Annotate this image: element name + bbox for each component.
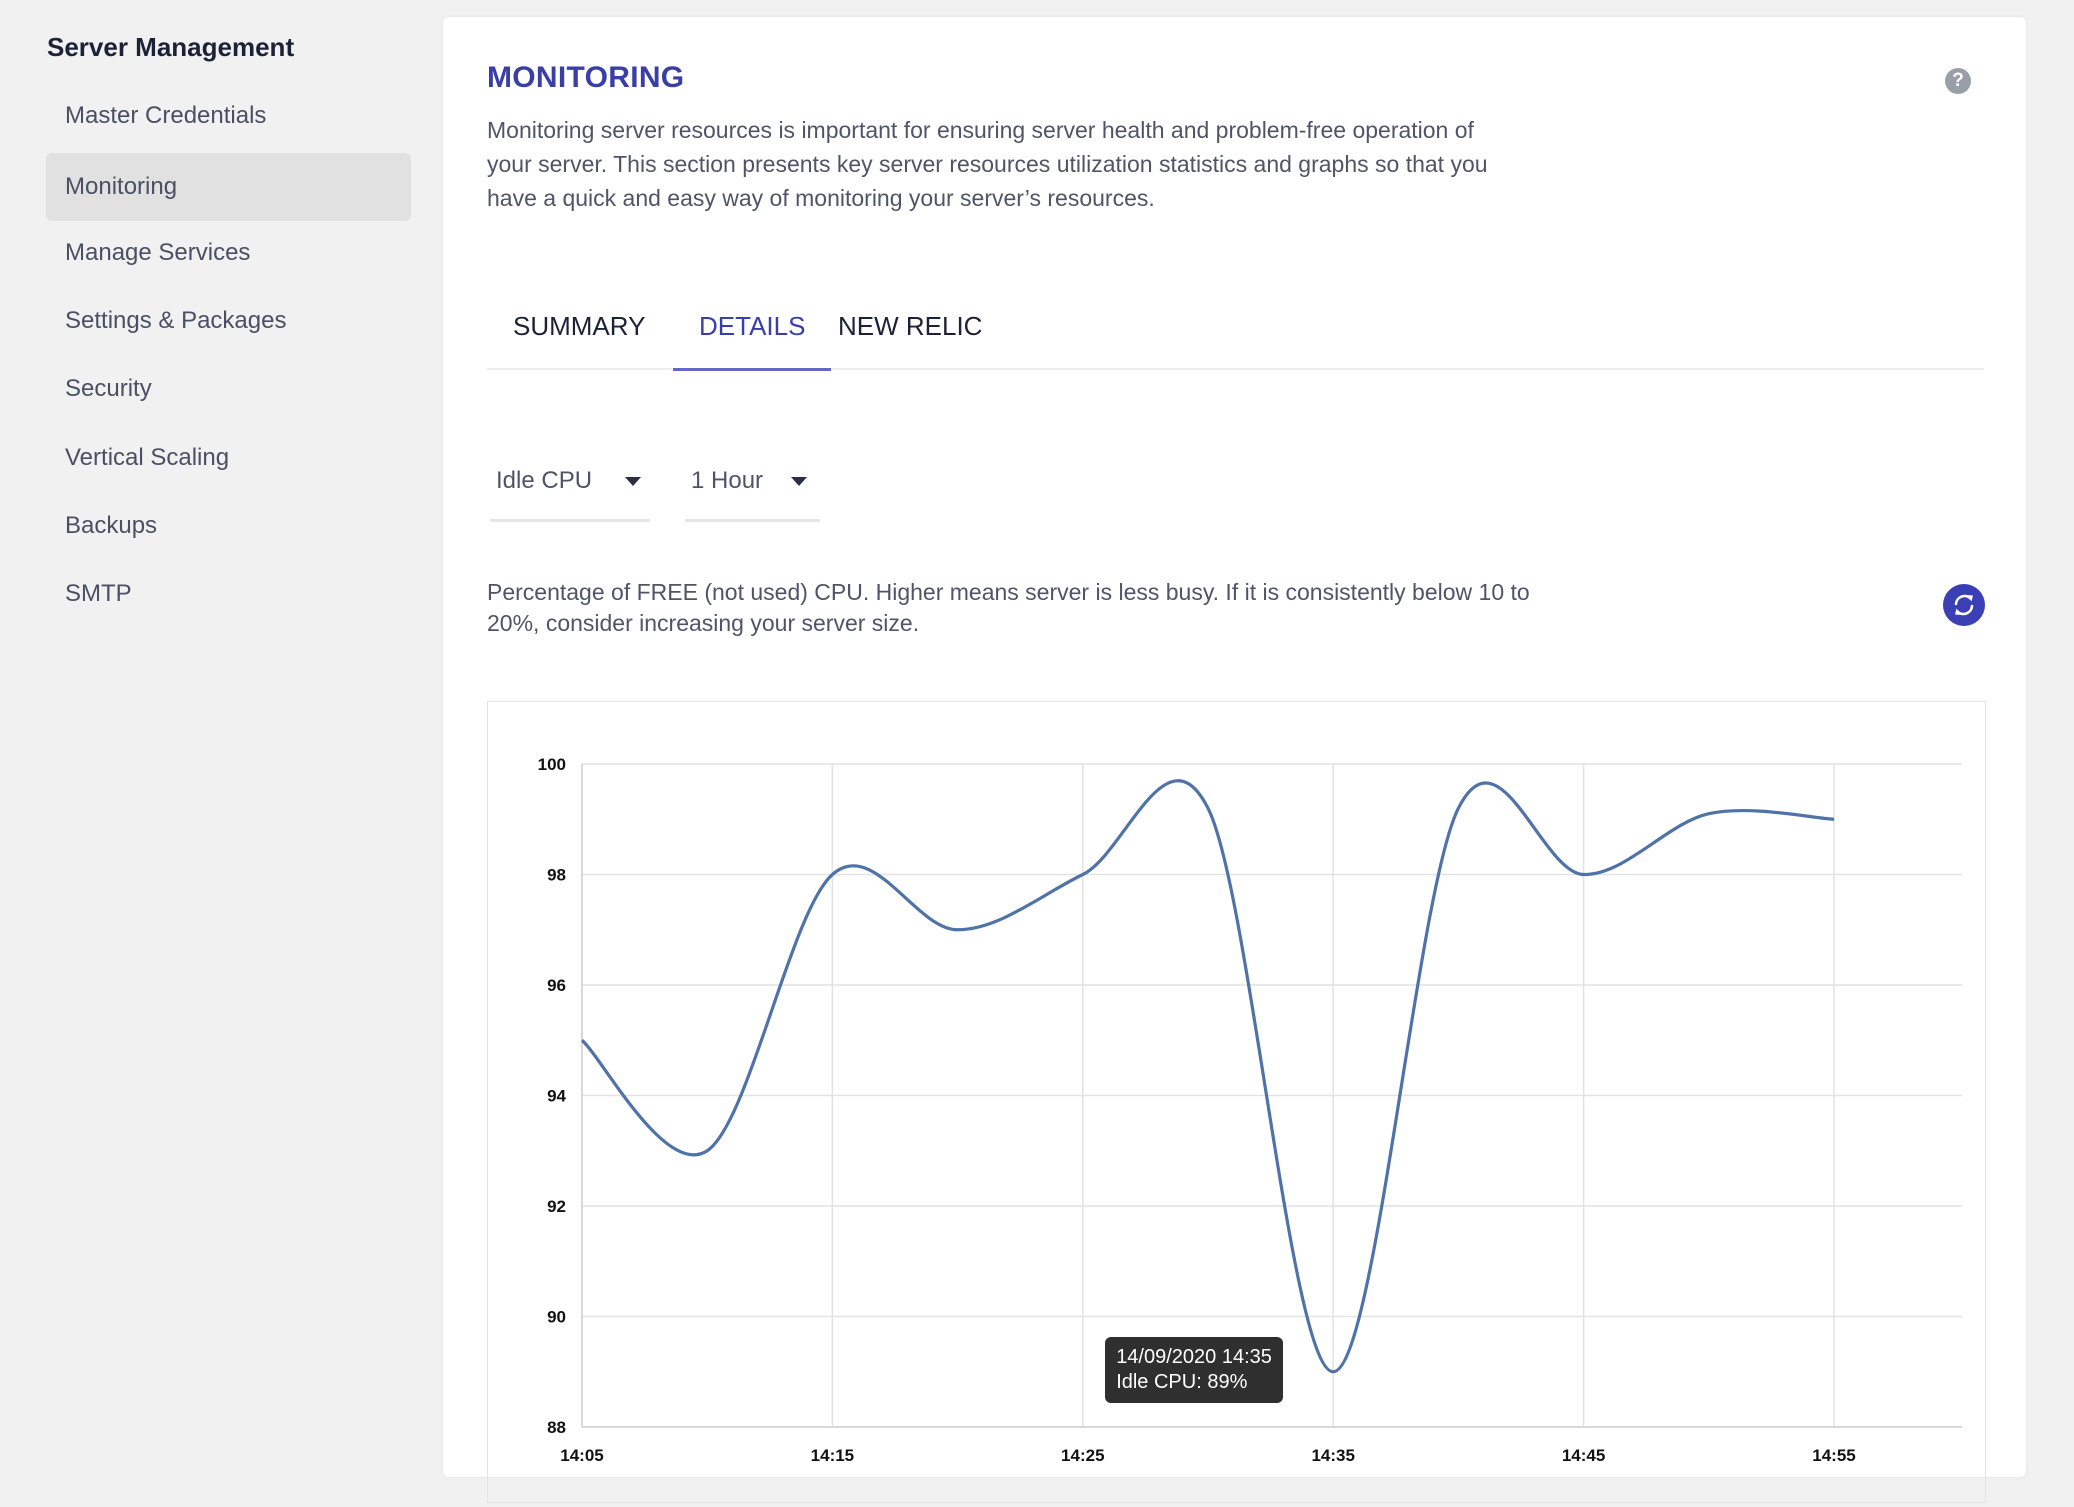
sidebar-item-security[interactable]: Security: [46, 355, 411, 423]
intro-line: Monitoring server resources is important…: [487, 113, 1607, 147]
refresh-button[interactable]: [1943, 584, 1985, 626]
sidebar-item-manage-services[interactable]: Manage Services: [46, 219, 411, 287]
tooltip-timestamp: 14/09/2020 14:35: [1116, 1345, 1272, 1370]
tab-summary[interactable]: SUMMARY: [487, 308, 671, 368]
sidebar-item-label: Settings & Packages: [65, 307, 286, 335]
monitoring-panel: MONITORING ? Monitoring server resources…: [443, 17, 2026, 1477]
sidebar-item-label: SMTP: [65, 580, 132, 608]
x-tick-label: 14:15: [811, 1446, 854, 1465]
description-line: 20%, consider increasing your server siz…: [487, 608, 1607, 639]
sidebar-item-master-credentials[interactable]: Master Credentials: [46, 82, 411, 150]
sidebar-item-label: Backups: [65, 512, 157, 540]
intro-line: have a quick and easy way of monitoring …: [487, 181, 1607, 215]
range-select[interactable]: 1 Hour: [685, 447, 820, 522]
x-tick-label: 14:35: [1311, 1446, 1354, 1465]
x-tick-label: 14:05: [560, 1446, 603, 1465]
y-tick-label: 90: [547, 1308, 566, 1327]
tab-details[interactable]: DETAILS: [673, 308, 831, 371]
page-title: MONITORING: [487, 61, 684, 95]
sidebar-item-label: Security: [65, 375, 152, 403]
sidebar-item-backups[interactable]: Backups: [46, 492, 411, 560]
tooltip-value: Idle CPU: 89%: [1116, 1370, 1272, 1395]
chart-tooltip: 14/09/2020 14:35 Idle CPU: 89%: [1105, 1337, 1283, 1403]
sidebar-item-vertical-scaling[interactable]: Vertical Scaling: [46, 424, 411, 492]
sidebar-item-monitoring[interactable]: Monitoring: [46, 153, 411, 221]
y-tick-label: 92: [547, 1197, 566, 1216]
range-select-value: 1 Hour: [691, 467, 763, 495]
metric-select[interactable]: Idle CPU: [490, 447, 650, 522]
chevron-down-icon: [791, 477, 807, 486]
tab-new-relic[interactable]: NEW RELIC: [812, 308, 1008, 368]
sidebar-item-label: Master Credentials: [65, 102, 266, 130]
series-line-idle-cpu: [582, 781, 1834, 1372]
intro-line: your server. This section presents key s…: [487, 147, 1607, 181]
metric-select-value: Idle CPU: [496, 467, 592, 495]
y-tick-label: 88: [547, 1418, 566, 1437]
sidebar-title: Server Management: [47, 32, 294, 63]
help-icon[interactable]: ?: [1945, 68, 1971, 94]
chevron-down-icon: [625, 477, 641, 486]
intro-text: Monitoring server resources is important…: [487, 113, 1607, 215]
x-tick-label: 14:55: [1812, 1446, 1855, 1465]
sidebar-item-label: Manage Services: [65, 239, 250, 267]
y-tick-label: 94: [547, 1087, 566, 1106]
y-tick-label: 96: [547, 976, 566, 995]
sidebar-item-settings-packages[interactable]: Settings & Packages: [46, 287, 411, 355]
tab-bar: SUMMARY DETAILS NEW RELIC: [487, 300, 1984, 370]
y-tick-label: 100: [538, 755, 566, 774]
x-tick-label: 14:45: [1562, 1446, 1605, 1465]
description-line: Percentage of FREE (not used) CPU. Highe…: [487, 577, 1607, 608]
y-tick-label: 98: [547, 866, 566, 885]
sidebar: Server Management Master Credentials Mon…: [0, 0, 430, 1458]
sidebar-item-label: Vertical Scaling: [65, 444, 229, 472]
sidebar-item-label: Monitoring: [65, 173, 177, 201]
metric-description: Percentage of FREE (not used) CPU. Highe…: [487, 577, 1607, 639]
x-tick-label: 14:25: [1061, 1446, 1104, 1465]
chart-container: 88 90 92 94 96 98 100 14:05 14:15 14:25 14:35 14:45…: [487, 701, 1986, 1503]
sidebar-item-smtp[interactable]: SMTP: [46, 560, 411, 628]
refresh-icon: [1943, 584, 1985, 626]
